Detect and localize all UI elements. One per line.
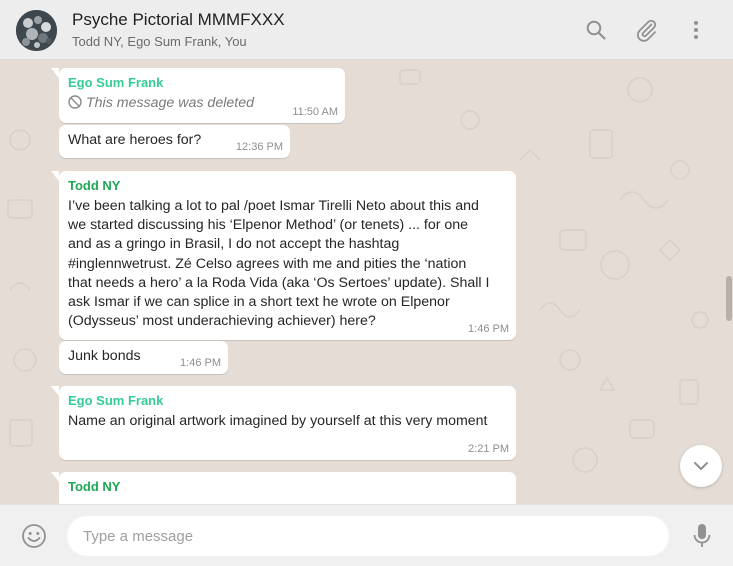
message-bubble[interactable]: What are heroes for? 12:36 PM (59, 125, 290, 158)
bubble-tail (51, 472, 59, 482)
message-list[interactable]: Ego Sum Frank This message was deleted 1… (0, 60, 733, 504)
message-time: 1:46 PM (468, 323, 509, 335)
message-line: (Odysseus’ most underachieving achiever)… (68, 313, 376, 330)
chat-header[interactable]: Psyche Pictorial MMMFXXX Todd NY, Ego Su… (0, 0, 733, 60)
paperclip-icon[interactable] (634, 18, 658, 42)
chat-title[interactable]: Psyche Pictorial MMMFXXX (72, 10, 285, 30)
menu-icon[interactable] (684, 18, 708, 42)
message-sender[interactable]: Todd NY (68, 478, 507, 495)
message-bubble[interactable]: Todd NY (51, 472, 516, 504)
message-line: we started discussing his ‘Elpenor Metho… (68, 217, 469, 234)
scrollbar-thumb[interactable] (726, 276, 732, 321)
message-bubble[interactable]: Junk bonds 1:46 PM (59, 341, 228, 374)
deleted-message-text: This message was deleted (86, 95, 254, 111)
chat-participants[interactable]: Todd NY, Ego Sum Frank, You (72, 34, 247, 49)
blocked-icon (68, 95, 82, 109)
message-line: that needs a hero’ a la Roda Vida (aka ‘… (68, 274, 490, 291)
bubble-tail (51, 68, 59, 78)
message-line: #inglennwetrust. Zé Celso agrees with me… (68, 255, 467, 272)
bubble-tail (51, 386, 59, 396)
message-bubble[interactable]: Todd NY I’ve been talking a lot to pal /… (51, 171, 516, 340)
chevron-down-icon (694, 462, 708, 470)
message-sender[interactable]: Todd NY (68, 177, 507, 194)
scroll-down-button[interactable] (680, 445, 722, 487)
message-line: ask Ismar if we can splice in a short te… (68, 294, 450, 311)
group-avatar-image (16, 10, 57, 51)
message-sender[interactable]: Ego Sum Frank (68, 74, 336, 91)
message-text: Name an original artwork imagined by you… (68, 413, 488, 429)
emoji-icon[interactable] (21, 523, 47, 549)
bubble-tail (51, 171, 59, 181)
message-bubble[interactable]: Ego Sum Frank Name an original artwork i… (51, 386, 516, 460)
message-time: 11:50 AM (292, 106, 338, 118)
message-input[interactable] (67, 516, 669, 556)
composer-bar (0, 504, 733, 566)
message-time: 12:36 PM (235, 141, 283, 153)
message-sender[interactable]: Ego Sum Frank (68, 392, 507, 409)
message-line: I’ve been talking a lot to pal /poet Ism… (68, 198, 479, 214)
message-bubble[interactable]: Ego Sum Frank This message was deleted 1… (51, 68, 345, 123)
message-time: 1:46 PM (180, 357, 221, 369)
search-icon[interactable] (584, 18, 608, 42)
message-time: 2:21 PM (468, 443, 509, 455)
message-line: and as a gringo in Brasil, I do not acce… (68, 236, 400, 253)
mic-icon[interactable] (690, 522, 714, 550)
group-avatar[interactable] (16, 10, 57, 51)
